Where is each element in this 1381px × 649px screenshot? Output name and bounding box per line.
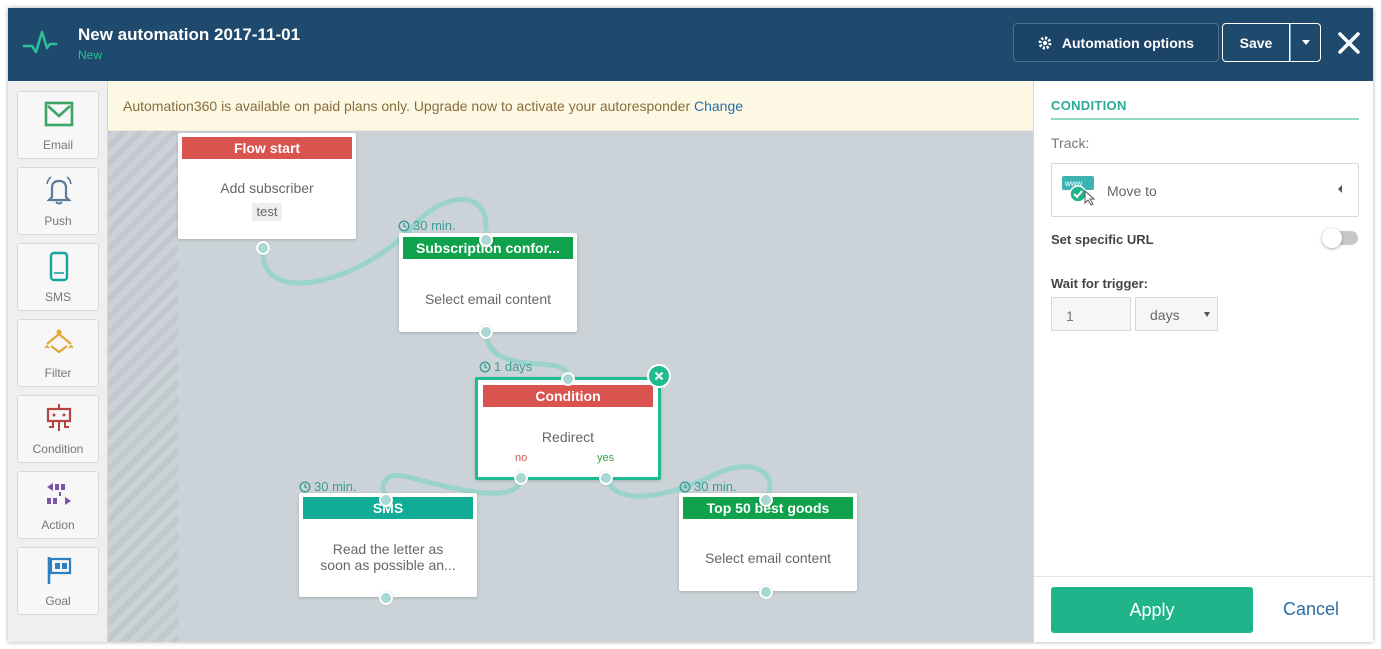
port-out[interactable] <box>479 325 493 339</box>
toolbar-item-push[interactable]: Push <box>17 167 99 235</box>
track-select[interactable]: www Move to <box>1051 163 1359 217</box>
automation-options-label: Automation options <box>1061 34 1195 51</box>
upgrade-banner-text: Automation360 is available on paid plans… <box>123 98 691 114</box>
wait-amount-input[interactable]: 1 <box>1051 297 1131 331</box>
branch-no-label: no <box>515 452 528 464</box>
clock-icon <box>398 219 410 232</box>
clock-icon <box>679 480 691 493</box>
port-out[interactable] <box>379 591 393 605</box>
save-dropdown-button[interactable] <box>1290 23 1321 62</box>
node-top50-email[interactable]: Top 50 best goods Select email content <box>679 493 857 591</box>
toolbar-item-email[interactable]: Email <box>17 91 99 159</box>
toolbar-item-label: Condition <box>32 442 84 456</box>
port-in[interactable] <box>561 372 575 386</box>
delay-label: 30 min. <box>679 479 737 494</box>
condition-settings-panel: CONDITION Track: www Move to Set specifi… <box>1033 81 1373 642</box>
track-value: Move to <box>1107 183 1157 199</box>
toolbar-item-goal[interactable]: Goal <box>17 547 99 615</box>
node-sms[interactable]: SMS Read the letter as soon as possible … <box>299 493 477 597</box>
branch-yes-label: yes <box>597 452 615 464</box>
filter-icon <box>44 329 74 354</box>
save-button[interactable]: Save <box>1222 23 1290 62</box>
bell-icon <box>46 176 72 205</box>
delay-text: 1 days <box>494 359 533 374</box>
clock-icon <box>479 360 491 373</box>
port-out-no[interactable] <box>514 471 528 485</box>
toolbar-item-label: Push <box>44 214 72 228</box>
node-subscription-email[interactable]: Subscription confor... Select email cont… <box>399 233 577 332</box>
delete-node-button[interactable] <box>647 364 671 388</box>
delay-text: 30 min. <box>694 479 737 494</box>
track-label: Track: <box>1051 135 1090 151</box>
node-title: Condition <box>483 385 653 407</box>
caret-down-icon <box>1204 312 1210 317</box>
toolbar-item-condition[interactable]: Condition <box>17 395 99 463</box>
wait-trigger-label: Wait for trigger: <box>1051 276 1149 291</box>
automation-editor-window: New automation 2017-11-01 New Automation… <box>8 8 1373 642</box>
node-condition[interactable]: Condition Redirect no yes <box>475 377 661 480</box>
clock-icon <box>299 480 311 493</box>
gear-icon <box>1038 36 1052 49</box>
toolbar-item-label: Action <box>41 518 75 532</box>
phone-icon <box>49 251 69 282</box>
automation-options-button[interactable]: Automation options <box>1013 23 1219 62</box>
apply-button[interactable]: Apply <box>1051 587 1253 633</box>
caret-down-icon <box>1301 40 1310 45</box>
node-flow-start[interactable]: Flow start Add subscriber test <box>178 133 356 239</box>
node-body-line: Read the letter as <box>332 541 444 557</box>
close-icon[interactable] <box>1335 29 1363 57</box>
port-in[interactable] <box>479 233 493 247</box>
toolbar-item-label: SMS <box>44 290 71 304</box>
app-header: New automation 2017-11-01 New Automation… <box>8 8 1373 81</box>
port-out[interactable] <box>759 585 773 599</box>
port-out-yes[interactable] <box>599 471 613 485</box>
caret-left-icon <box>1338 185 1342 193</box>
delay-label: 30 min. <box>398 218 456 233</box>
panel-footer: Apply Cancel <box>1034 576 1373 642</box>
toolbar-item-sms[interactable]: SMS <box>17 243 99 311</box>
flow-canvas[interactable]: Automation360 is available on paid plans… <box>108 81 1033 642</box>
port-out[interactable] <box>256 241 270 255</box>
automation-title: New automation 2017-11-01 <box>78 25 301 44</box>
change-plan-link[interactable]: Change <box>694 98 743 114</box>
specific-url-label: Set specific URL <box>1051 232 1154 247</box>
element-toolbar: Email Push SMS Filter Condition Action G… <box>8 81 108 642</box>
goal-icon <box>47 557 72 584</box>
close-icon <box>654 371 664 381</box>
toolbar-item-label: Goal <box>45 594 71 608</box>
port-in[interactable] <box>379 493 393 507</box>
toolbar-item-filter[interactable]: Filter <box>17 319 99 387</box>
delay-text: 30 min. <box>413 218 456 233</box>
url-click-icon: www <box>1062 176 1096 206</box>
wait-unit-select[interactable]: days <box>1135 297 1218 331</box>
cancel-button[interactable]: Cancel <box>1283 599 1339 620</box>
subscriber-tag: test <box>251 203 283 221</box>
upgrade-banner: Automation360 is available on paid plans… <box>108 81 1033 131</box>
node-body-text: Select email content <box>704 550 832 566</box>
node-body-text: Select email content <box>424 291 552 307</box>
wait-unit-value: days <box>1150 307 1180 323</box>
toolbar-item-label: Email <box>42 138 73 152</box>
toolbar-item-action[interactable]: Action <box>17 471 99 539</box>
pulse-logo-icon <box>22 30 58 54</box>
delay-text: 30 min. <box>314 479 357 494</box>
node-title: Flow start <box>182 137 352 159</box>
node-body-text: Redirect <box>541 429 595 445</box>
automation-status: New <box>78 48 103 62</box>
delay-label: 1 days <box>479 359 532 374</box>
condition-icon <box>46 404 72 431</box>
specific-url-toggle[interactable] <box>1322 228 1358 248</box>
node-body-text: Add subscriber <box>220 180 314 196</box>
panel-heading: CONDITION <box>1051 98 1359 120</box>
email-icon <box>44 101 74 127</box>
toggle-knob <box>1322 228 1342 248</box>
action-icon <box>47 483 71 505</box>
delay-label: 30 min. <box>299 479 357 494</box>
toolbar-item-label: Filter <box>44 366 72 380</box>
port-in[interactable] <box>759 493 773 507</box>
node-body-line: soon as possible an... <box>320 557 456 573</box>
